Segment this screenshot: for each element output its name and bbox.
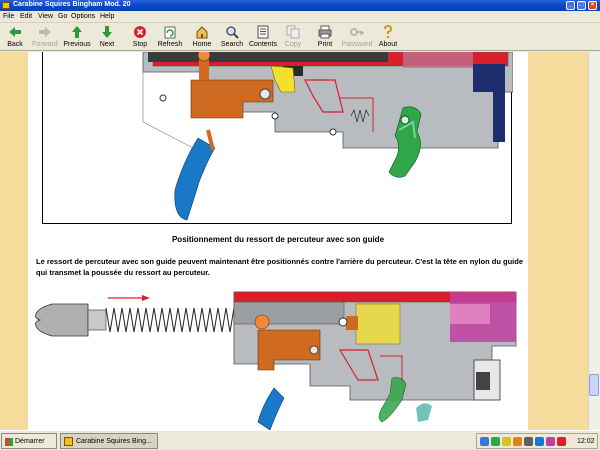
menu-bar: File Edit View Go Options Help (0, 11, 600, 23)
menu-go[interactable]: Go (58, 13, 67, 20)
antivirus-icon[interactable] (513, 437, 522, 446)
down-arrow-icon (102, 26, 112, 38)
close-button[interactable]: × (588, 1, 597, 10)
start-button[interactable]: Démarrer (1, 433, 57, 449)
app-icon (2, 2, 10, 9)
spring-guide-diagram (35, 291, 517, 430)
stop-icon (134, 26, 146, 38)
taskbar-item-label: Carabine Squires Bing... (76, 438, 152, 445)
next-button[interactable]: Next (94, 24, 120, 50)
forward-arrow-icon (39, 27, 51, 37)
search-label: Search (220, 41, 244, 48)
taskbar: Démarrer Carabine Squires Bing... 12:02 (0, 430, 600, 450)
stop-button[interactable]: Stop (127, 24, 153, 50)
app-icon (64, 437, 73, 446)
left-side-band (0, 52, 28, 430)
question-icon (384, 25, 393, 39)
menu-view[interactable]: View (38, 13, 53, 20)
figure-caption: Positionnement du ressort de percuteur a… (171, 235, 385, 244)
clock: 12:02 (577, 438, 595, 445)
toolbar: Back Forward Previous Next Stop Refresh … (0, 23, 600, 51)
copy-icon (286, 25, 300, 39)
mechanism-diagram (142, 52, 514, 221)
title-bar: Carabine Squires Bingham Mod. 20 _ □ × (0, 0, 600, 11)
taskbar-item-help-window[interactable]: Carabine Squires Bing... (60, 433, 158, 449)
system-tray: 12:02 (476, 433, 598, 449)
about-button[interactable]: About (376, 24, 400, 50)
right-side-band (528, 52, 588, 430)
key-icon (350, 28, 364, 36)
security-icon[interactable] (491, 437, 500, 446)
previous-button[interactable]: Previous (62, 24, 92, 50)
scrollbar-thumb[interactable] (589, 374, 599, 396)
minimize-button[interactable]: _ (566, 1, 575, 10)
media-icon[interactable] (546, 437, 555, 446)
network-icon[interactable] (480, 437, 489, 446)
search-icon (226, 26, 239, 39)
menu-edit[interactable]: Edit (20, 13, 32, 20)
windows-logo-icon (5, 438, 13, 446)
start-label: Démarrer (15, 438, 45, 445)
password-label: Password (341, 41, 373, 48)
stop-label: Stop (132, 41, 148, 48)
print-label: Print (317, 41, 333, 48)
back-button[interactable]: Back (2, 24, 28, 50)
password-button[interactable]: Password (340, 24, 374, 50)
back-arrow-icon (9, 27, 21, 37)
messenger-icon[interactable] (535, 437, 544, 446)
figure-mechanism-top (42, 52, 514, 224)
content-area: Positionnement du ressort de percuteur a… (0, 52, 600, 430)
home-icon (196, 26, 208, 39)
menu-help[interactable]: Help (100, 13, 114, 20)
print-button[interactable]: Print (314, 24, 336, 50)
about-label: About (378, 41, 398, 48)
copy-button[interactable]: Copy (282, 24, 304, 50)
refresh-icon (164, 26, 176, 39)
alert-icon[interactable] (557, 437, 566, 446)
maximize-button[interactable]: □ (577, 1, 586, 10)
contents-button[interactable]: Contents (248, 24, 278, 50)
previous-label: Previous (63, 41, 91, 48)
menu-file[interactable]: File (3, 13, 14, 20)
menu-options[interactable]: Options (71, 13, 95, 20)
back-label: Back (7, 41, 23, 48)
copy-label: Copy (284, 41, 302, 48)
home-button[interactable]: Home (189, 24, 215, 50)
search-button[interactable]: Search (219, 24, 245, 50)
window-title: Carabine Squires Bingham Mod. 20 (13, 1, 131, 8)
contents-icon (257, 25, 269, 39)
body-paragraph: Le ressort de percuteur avec son guide p… (36, 257, 524, 277)
volume-icon[interactable] (524, 437, 533, 446)
refresh-button[interactable]: Refresh (155, 24, 185, 50)
next-label: Next (99, 41, 115, 48)
refresh-label: Refresh (157, 41, 183, 48)
up-arrow-icon (72, 26, 82, 38)
print-icon (318, 25, 332, 39)
contents-label: Contents (248, 41, 278, 48)
home-label: Home (192, 41, 212, 48)
forward-label: Forward (32, 41, 58, 48)
forward-button[interactable]: Forward (30, 24, 60, 50)
update-icon[interactable] (502, 437, 511, 446)
